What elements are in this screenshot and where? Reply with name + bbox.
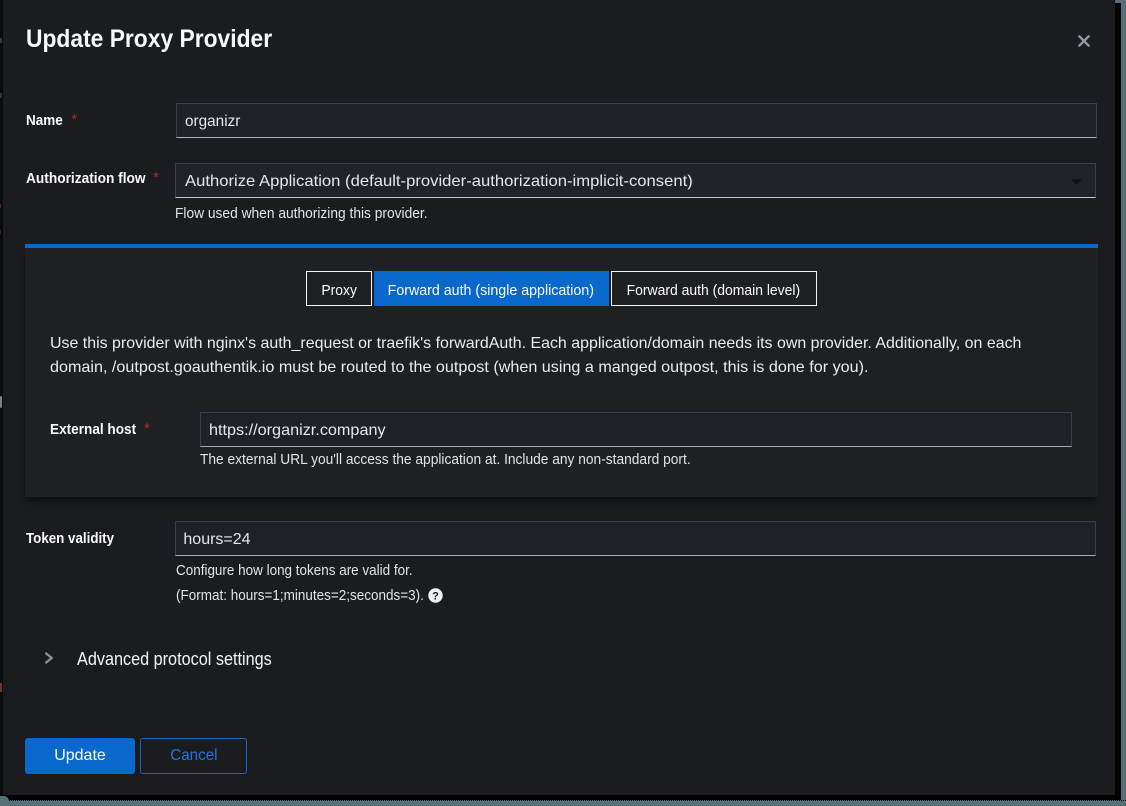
- svg-text:?: ?: [432, 590, 439, 602]
